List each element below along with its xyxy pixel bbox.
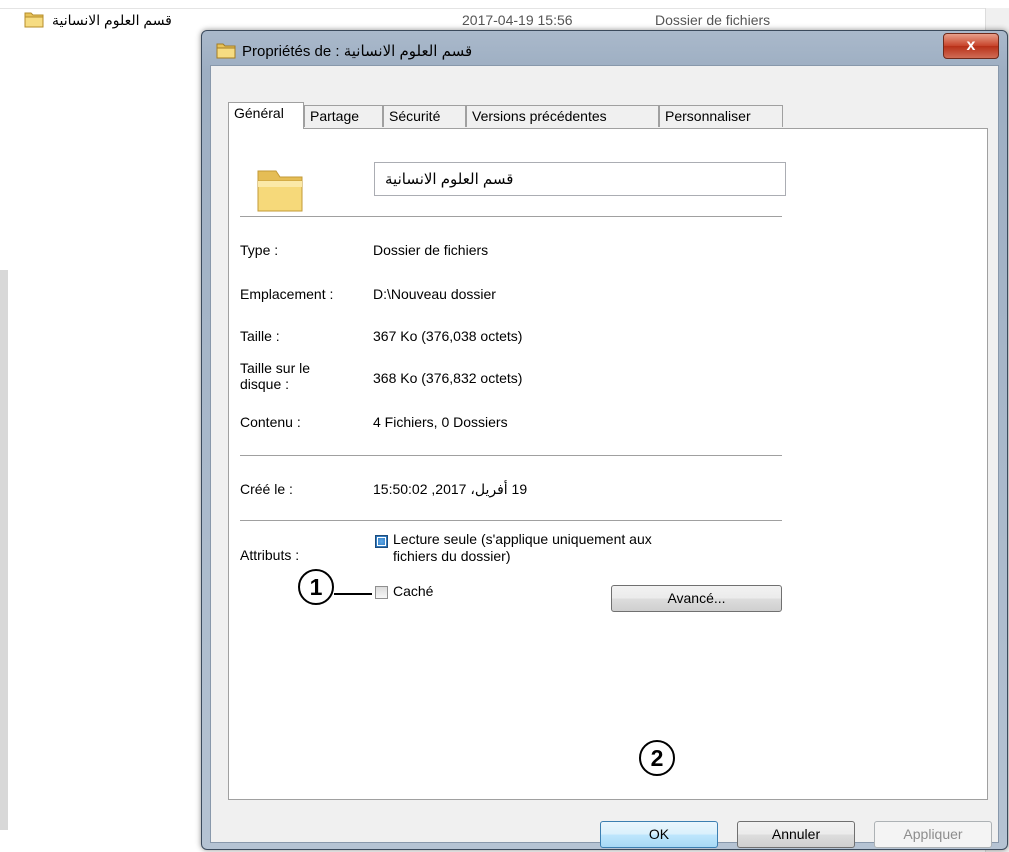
location-value: D:\Nouveau dossier	[373, 286, 496, 302]
tab-previous-versions[interactable]: Versions précédentes	[466, 105, 659, 127]
hidden-checkbox[interactable]	[375, 586, 388, 599]
window-title: Propriétés de : قسم العلوم الانسانية	[242, 43, 473, 60]
tab-general[interactable]: Général	[228, 102, 304, 129]
type-value: Dossier de fichiers	[373, 242, 489, 258]
folder-icon	[257, 170, 303, 212]
size-value: 367 Ko (376,038 octets)	[373, 328, 523, 344]
attributes-label: Attributs :	[240, 547, 300, 563]
separator	[240, 455, 782, 456]
separator	[240, 520, 782, 521]
title-bar[interactable]: Propriétés de : قسم العلوم الانسانية x	[202, 31, 1007, 67]
size-label: Taille :	[240, 328, 280, 344]
ok-button[interactable]: OK	[600, 821, 718, 848]
disk-size-label: Taille sur le disque :	[240, 360, 311, 392]
explorer-left-edge	[0, 270, 8, 830]
properties-dialog: Propriétés de : قسم العلوم الانسانية x G…	[201, 30, 1008, 850]
readonly-checkbox[interactable]	[375, 535, 388, 548]
file-name: قسم العلوم الانسانية	[52, 12, 172, 28]
type-label: Type :	[240, 242, 279, 258]
callout-1: 1	[298, 569, 334, 605]
dialog-body: Général Partage Sécurité Versions précéd…	[210, 65, 999, 848]
file-date: 2017-04-19 15:56	[462, 12, 573, 28]
folder-name-input[interactable]: قسم العلوم الانسانية	[374, 162, 786, 196]
folder-icon	[216, 43, 236, 59]
location-label: Emplacement :	[240, 286, 334, 302]
folder-icon	[24, 12, 44, 28]
cancel-button[interactable]: Annuler	[737, 821, 855, 848]
close-button[interactable]: x	[943, 33, 999, 59]
contents-label: Contenu :	[240, 414, 301, 430]
disk-size-value: 368 Ko (376,832 octets)	[373, 370, 523, 386]
hidden-label: Caché	[393, 583, 434, 599]
separator	[240, 216, 782, 217]
created-value: 19 أفريل، 2017, 15:50:02	[373, 481, 528, 497]
contents-value: 4 Fichiers, 0 Dossiers	[373, 414, 508, 430]
general-panel: قسم العلوم الانسانية Type : Dossier de f…	[228, 128, 988, 800]
callout-2: 2	[639, 740, 675, 776]
readonly-label: Lecture seule (s'applique uniquement aux…	[393, 531, 652, 564]
file-list-row[interactable]: قسم العلوم الانسانية 2017-04-19 15:56 Do…	[0, 8, 985, 31]
advanced-button[interactable]: Avancé...	[611, 585, 782, 612]
file-type: Dossier de fichiers	[655, 12, 771, 28]
callout-1-line	[334, 593, 372, 595]
tab-customize[interactable]: Personnaliser	[659, 105, 783, 127]
created-label: Créé le :	[240, 481, 293, 497]
apply-button[interactable]: Appliquer	[874, 821, 992, 848]
tab-sharing[interactable]: Partage	[304, 105, 383, 127]
tab-security[interactable]: Sécurité	[383, 105, 466, 127]
